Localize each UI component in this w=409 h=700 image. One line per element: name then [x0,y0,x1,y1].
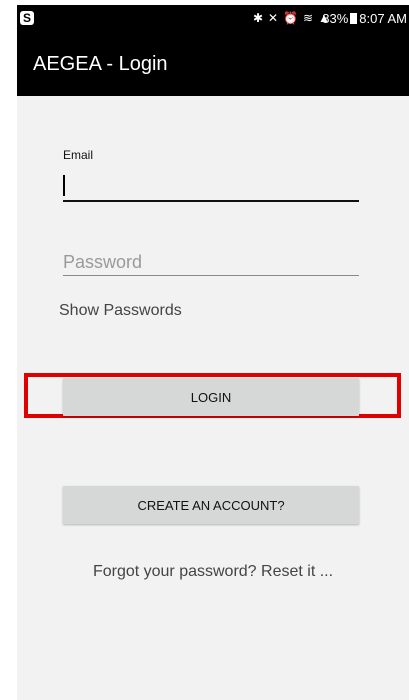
create-account-button[interactable]: CREATE AN ACCOUNT? [63,486,359,524]
battery-percent: 83% [322,10,349,26]
email-field[interactable] [63,170,359,202]
mute-icon: ✕ [268,11,279,25]
phone-screen: S ✱ ✕ ⏰ ≋ ▲ 83% 8:07 AM AEGEA - Login Ema… [17,5,409,700]
bluetooth-icon: ✱ [252,11,264,25]
alarm-icon: ⏰ [283,11,299,25]
show-passwords-toggle[interactable]: Show Passwords [59,302,182,320]
forgot-password-link[interactable]: Forgot your password? Reset it ... [17,563,409,581]
wifi-icon: ≋ [303,11,314,25]
text-cursor [63,175,65,196]
status-icons: ✱ ✕ ⏰ ≋ ▲ [253,11,330,25]
battery-icon [350,13,358,25]
clock-time: 8:07 AM [359,10,407,26]
email-label: Email [63,148,94,162]
app-bar: AEGEA - Login [17,34,409,96]
skype-icon: S [20,11,34,25]
password-field[interactable] [63,249,359,276]
status-right: 83% 8:07 AM [322,10,407,27]
status-bar: S ✱ ✕ ⏰ ≋ ▲ 83% 8:07 AM [17,5,409,34]
login-button[interactable]: LOGIN [63,378,359,416]
app-title: AEGEA - Login [33,53,168,75]
